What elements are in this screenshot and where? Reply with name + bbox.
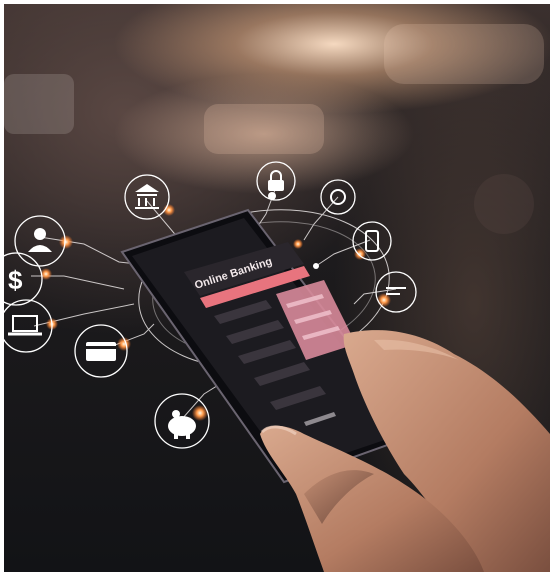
laptop-icon — [4, 299, 53, 353]
background-bokeh — [4, 24, 544, 234]
svg-text:$: $ — [8, 265, 23, 295]
photo-frame: $ Online Banking — [4, 4, 550, 572]
credit-card-icon — [74, 324, 128, 378]
person-icon — [14, 215, 66, 267]
dollar-icon: $ — [4, 252, 43, 306]
banking-photo: $ Online Banking — [4, 24, 550, 572]
chat-icon — [375, 271, 417, 313]
phone-icon — [352, 221, 392, 261]
bank-icon — [124, 174, 170, 220]
piggy-bank-icon — [154, 393, 210, 449]
lock-icon — [256, 161, 296, 201]
